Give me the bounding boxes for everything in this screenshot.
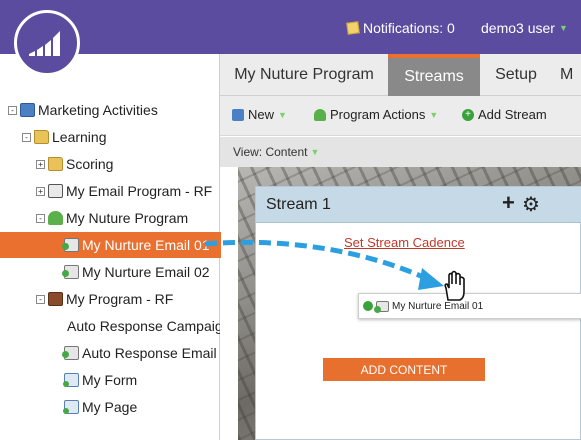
- form-icon: [63, 373, 79, 387]
- tab-bar: My Nuture Program Streams Setup M: [220, 54, 581, 96]
- tab-label: Setup: [495, 66, 537, 83]
- add-content-button[interactable]: ADD CONTENT: [323, 358, 485, 381]
- email-icon: [374, 300, 389, 313]
- tree-item-auto-response-campaign[interactable]: Auto Response Campaign: [64, 313, 220, 339]
- collapse-icon[interactable]: -: [8, 105, 17, 115]
- tree-item-marketing-activities[interactable]: - Marketing Activities: [8, 97, 158, 123]
- tab-label: My Nuture Program: [234, 66, 374, 83]
- tree-item-label: My Nurture Email 02: [82, 264, 210, 280]
- expand-icon[interactable]: +: [36, 159, 45, 169]
- notifications-icon: [346, 21, 360, 35]
- tree-item-auto-response-email[interactable]: Auto Response Email: [62, 340, 217, 366]
- notifications-label: Notifications: 0: [363, 20, 455, 36]
- add-stream-button[interactable]: + Add Stream: [462, 107, 547, 122]
- logo-bars-icon: [29, 31, 60, 56]
- tree-item-label: Auto Response Email: [82, 345, 217, 361]
- user-menu[interactable]: demo3 user ▼: [481, 20, 568, 36]
- tab-more[interactable]: M: [560, 54, 581, 96]
- new-button[interactable]: New ▼: [232, 107, 287, 122]
- hand-cursor-icon: [444, 270, 465, 301]
- chevron-down-icon: ▼: [429, 109, 439, 120]
- tab-label: Streams: [404, 68, 464, 85]
- marketing-activities-icon: [20, 103, 35, 117]
- dragged-item-label: My Nurture Email 01: [392, 300, 484, 312]
- marketo-logo[interactable]: [14, 10, 80, 76]
- tree-item-scoring[interactable]: + Scoring: [36, 151, 113, 177]
- new-label: New: [248, 107, 275, 122]
- view-label: View: Content: [233, 145, 308, 159]
- stream-panel: Stream 1 + ⚙ Set Stream Cadence My Nurtu…: [255, 186, 581, 440]
- tree-item-label: My Nurture Email 01: [82, 237, 210, 253]
- folder-icon: [48, 157, 63, 171]
- page-icon: [63, 400, 79, 414]
- tab-my-nuture-program[interactable]: My Nuture Program: [220, 54, 388, 96]
- tree-item-my-page[interactable]: My Page: [63, 394, 138, 420]
- check-icon: [363, 301, 373, 311]
- tree-item-label: My Page: [82, 399, 138, 415]
- gear-icon[interactable]: ⚙: [522, 192, 540, 217]
- tree-item-label: Scoring: [66, 156, 114, 172]
- add-stream-label: Add Stream: [478, 107, 547, 122]
- top-bar: Notifications: 0 demo3 user ▼: [0, 0, 581, 54]
- email-program-icon: [48, 184, 63, 198]
- tree-item-my-form[interactable]: My Form: [63, 367, 138, 393]
- chevron-down-icon: ▼: [310, 147, 320, 157]
- sidebar-tree: - Marketing Activities - Learning + Scor…: [0, 54, 221, 440]
- tree-item-label: My Email Program - RF: [66, 183, 213, 199]
- collapse-icon[interactable]: -: [36, 213, 45, 223]
- folder-icon: [34, 130, 49, 144]
- stream-header: Stream 1 + ⚙: [256, 187, 581, 223]
- tree-item-my-nuture-program[interactable]: - My Nuture Program: [36, 205, 188, 231]
- notifications-button[interactable]: Notifications: 0: [346, 20, 455, 36]
- chevron-down-icon: ▼: [558, 23, 568, 33]
- tab-label: M: [560, 66, 574, 83]
- collapse-icon[interactable]: -: [22, 132, 31, 142]
- tree-item-my-nurture-email-02[interactable]: My Nurture Email 02: [62, 259, 210, 285]
- program-actions-button[interactable]: Program Actions ▼: [314, 107, 438, 122]
- tab-streams[interactable]: Streams: [388, 54, 480, 96]
- tree-item-label: Auto Response Campaign: [67, 318, 220, 334]
- chevron-down-icon: ▼: [278, 109, 287, 120]
- view-bar: View: Content ▼: [220, 137, 581, 167]
- program-icon: [48, 292, 63, 306]
- tree-item-my-nurture-email-01[interactable]: My Nurture Email 01: [0, 232, 221, 258]
- tree-item-label: My Nuture Program: [66, 210, 189, 226]
- tree-item-label: My Program - RF: [66, 291, 174, 307]
- add-icon[interactable]: +: [502, 190, 515, 216]
- tab-setup[interactable]: Setup: [480, 54, 552, 96]
- email-icon: [62, 346, 79, 360]
- collapse-icon[interactable]: -: [36, 294, 45, 304]
- tree-item-label: Learning: [52, 129, 107, 145]
- tree-item-label: Marketing Activities: [38, 102, 158, 118]
- view-selector[interactable]: View: Content ▼: [233, 145, 319, 159]
- tree-item-label: My Form: [82, 372, 138, 388]
- email-icon: [62, 238, 79, 252]
- user-label: demo3 user: [481, 20, 555, 36]
- add-icon: +: [462, 108, 474, 121]
- tree-item-learning[interactable]: - Learning: [22, 124, 107, 150]
- program-actions-icon: [314, 108, 326, 121]
- expand-icon[interactable]: +: [36, 186, 45, 196]
- tree-item-my-email-program[interactable]: + My Email Program - RF: [36, 178, 212, 204]
- toolbar: New ▼ Program Actions ▼ + Add Stream: [220, 96, 581, 136]
- new-icon: [232, 108, 244, 121]
- stream-title: Stream 1: [266, 196, 331, 213]
- add-content-label: ADD CONTENT: [360, 362, 448, 377]
- email-icon: [62, 265, 79, 279]
- drag-arrow-icon: [204, 239, 444, 290]
- tree-item-my-program[interactable]: - My Program - RF: [36, 286, 173, 312]
- program-actions-label: Program Actions: [330, 107, 426, 122]
- nurture-program-icon: [48, 211, 63, 225]
